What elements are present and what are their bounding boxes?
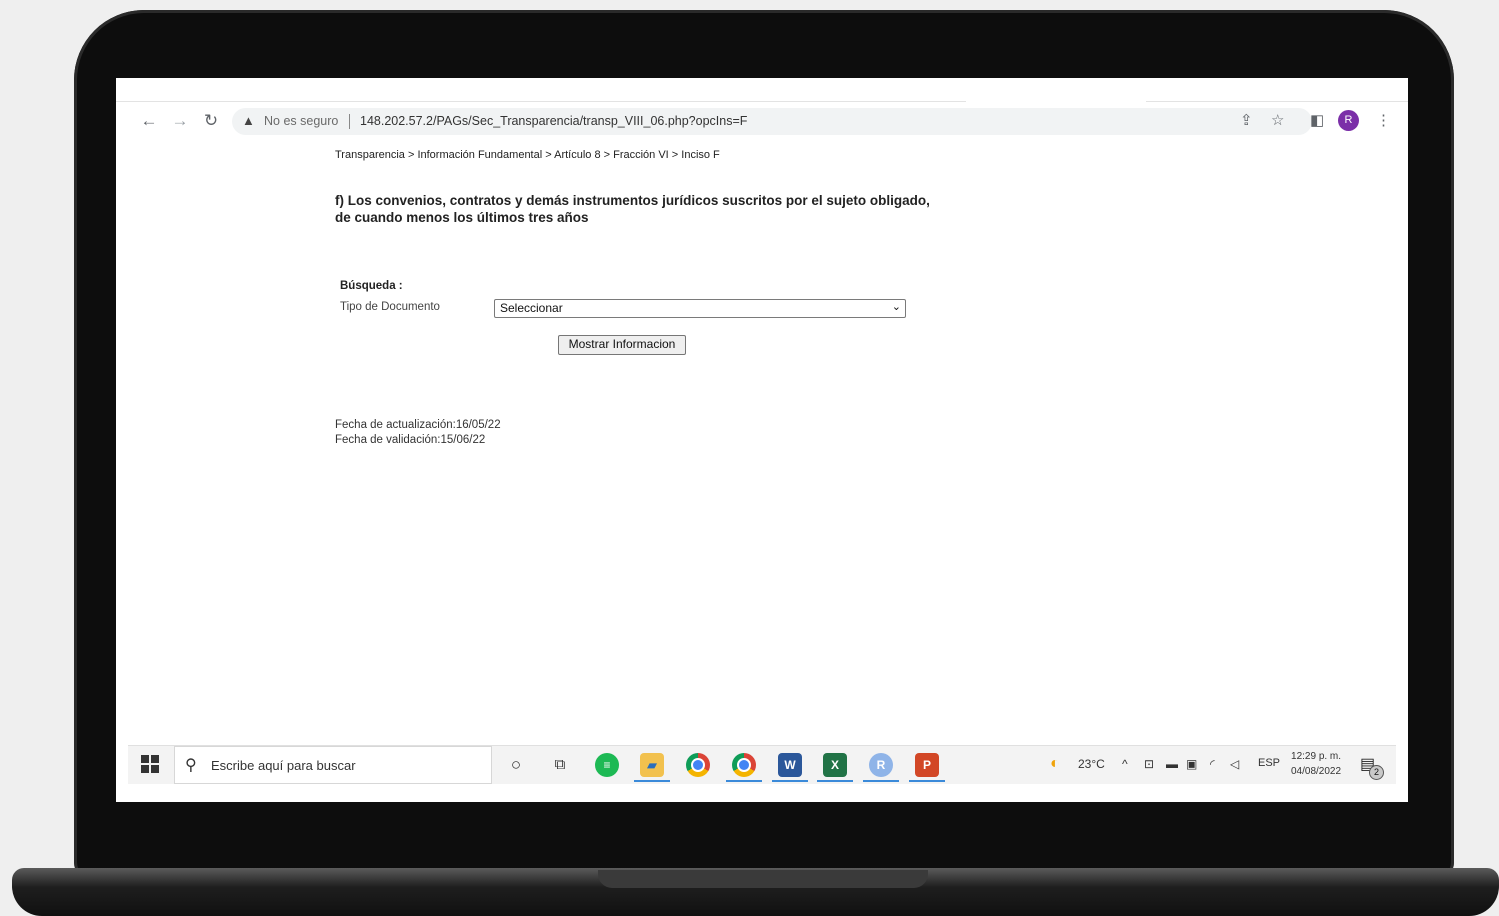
chrome-icon[interactable] xyxy=(686,753,710,777)
chevron-down-icon: ⌄ xyxy=(891,301,901,313)
app-active-indicator xyxy=(817,780,853,782)
spotify-icon[interactable]: ≡ xyxy=(595,753,619,777)
display-icon[interactable]: ▣ xyxy=(1186,757,1197,771)
app-active-indicator xyxy=(772,780,808,782)
share-icon[interactable]: ⇪ xyxy=(1240,110,1253,132)
url-text[interactable]: 148.202.57.2/PAGs/Sec_Transparencia/tran… xyxy=(360,114,747,128)
breadcrumb[interactable]: Transparencia > Información Fundamental … xyxy=(335,149,720,161)
wifi-icon[interactable]: ◜ xyxy=(1210,757,1215,771)
star-icon[interactable]: ☆ xyxy=(1271,110,1284,132)
reload-icon[interactable]: ↻ xyxy=(200,110,222,132)
volume-icon[interactable]: ◁ xyxy=(1230,757,1239,771)
file-explorer-icon[interactable]: ▰ xyxy=(640,753,664,777)
arrow-left-icon[interactable]: ← xyxy=(138,110,160,132)
windows-taskbar: ⚲ Escribe aquí para buscar ○ ⧉ ≡ ▰ W X R… xyxy=(128,745,1396,784)
menu-dots-icon[interactable]: ⋮ xyxy=(1376,110,1391,132)
clock-time: 12:29 p. m. xyxy=(1291,751,1342,762)
task-view-icon[interactable]: ⧉ xyxy=(548,753,572,777)
taskbar-search[interactable]: ⚲ Escribe aquí para buscar xyxy=(174,746,492,784)
app-active-indicator xyxy=(863,780,899,782)
word-icon[interactable]: W xyxy=(778,753,802,777)
omnibox-separator xyxy=(349,114,350,129)
page-title: f) Los convenios, contratos y demás inst… xyxy=(335,193,930,225)
windows-start-icon[interactable] xyxy=(141,755,159,773)
tab-divider xyxy=(116,101,966,102)
doc-type-selected-value: Seleccionar xyxy=(500,301,563,315)
show-info-button[interactable]: Mostrar Informacion xyxy=(558,335,686,355)
app-active-indicator xyxy=(726,780,762,782)
taskbar-clock[interactable]: 12:29 p. m. 04/08/2022 xyxy=(1291,749,1341,779)
chevron-up-icon[interactable]: ^ xyxy=(1122,757,1128,771)
screen: ← → ↻ ▲ No es seguro 148.202.57.2/PAGs/S… xyxy=(116,78,1408,802)
updated-date: Fecha de actualización:16/05/22 xyxy=(335,419,501,431)
clock-date: 04/08/2022 xyxy=(1291,766,1342,777)
search-icon: ⚲ xyxy=(185,757,197,774)
excel-icon[interactable]: X xyxy=(823,753,847,777)
web-page: Transparencia > Información Fundamental … xyxy=(116,138,1408,745)
validated-date: Fecha de validación:15/06/22 xyxy=(335,434,486,446)
taskbar-search-input[interactable]: Escribe aquí para buscar xyxy=(211,758,356,773)
date-info: Fecha de actualización:16/05/22 Fecha de… xyxy=(335,418,501,448)
doc-type-select[interactable]: Seleccionar ⌄ xyxy=(494,299,906,318)
security-status[interactable]: No es seguro xyxy=(264,114,338,128)
search-section-title: Búsqueda : xyxy=(340,280,403,292)
address-bar[interactable]: ▲ No es seguro 148.202.57.2/PAGs/Sec_Tra… xyxy=(232,108,1312,135)
laptop-hinge-notch xyxy=(598,870,928,888)
browser-toolbar: ← → ↻ ▲ No es seguro 148.202.57.2/PAGs/S… xyxy=(116,104,1408,138)
app-r-icon[interactable]: R xyxy=(869,753,893,777)
profile-avatar[interactable]: R xyxy=(1338,110,1359,131)
browser-tabstrip xyxy=(116,78,1408,104)
side-panel-icon[interactable]: ◧ xyxy=(1310,110,1324,132)
battery-icon[interactable]: ▬ xyxy=(1166,757,1178,771)
tab-divider xyxy=(1146,101,1408,102)
meet-now-icon[interactable]: ⊡ xyxy=(1144,757,1154,771)
doc-type-label: Tipo de Documento xyxy=(340,301,440,313)
weather-icon[interactable]: ◐ xyxy=(1050,755,1060,773)
arrow-right-icon[interactable]: → xyxy=(169,110,191,132)
notification-count: 2 xyxy=(1369,765,1384,780)
powerpoint-icon[interactable]: P xyxy=(915,753,939,777)
language-indicator[interactable]: ESP xyxy=(1258,757,1280,769)
warning-icon[interactable]: ▲ xyxy=(242,113,255,128)
chrome-icon[interactable] xyxy=(732,753,756,777)
app-active-indicator xyxy=(909,780,945,782)
app-active-indicator xyxy=(634,780,670,782)
weather-temperature[interactable]: 23°C xyxy=(1078,757,1105,771)
cortana-icon[interactable]: ○ xyxy=(504,753,528,777)
